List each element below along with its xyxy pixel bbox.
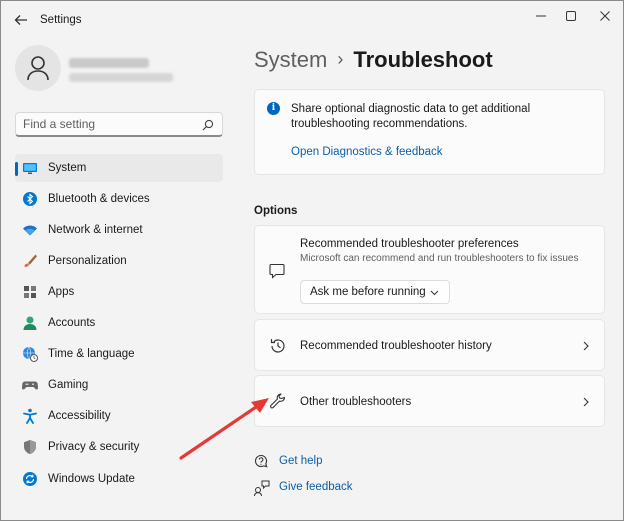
person-icon <box>27 56 49 81</box>
sidebar-item-privacy[interactable]: Privacy & security <box>15 433 223 461</box>
chat-bubble-icon <box>269 263 285 279</box>
arrow-left-icon <box>14 15 27 25</box>
globe-clock-icon <box>23 346 38 362</box>
app-title: Settings <box>40 14 82 26</box>
troubleshooter-preferences-card: Recommended troubleshooter preferences M… <box>254 225 605 314</box>
other-troubleshooters-row[interactable]: Other troubleshooters <box>254 375 605 427</box>
breadcrumb-parent[interactable]: System <box>254 47 327 72</box>
sidebar-item-apps[interactable]: Apps <box>15 278 223 306</box>
close-button[interactable] <box>591 7 619 27</box>
settings-window: Settings System <box>0 0 624 521</box>
wifi-icon <box>23 225 37 236</box>
sidebar-item-label: Apps <box>48 286 75 298</box>
give-feedback-label: Give feedback <box>279 481 353 493</box>
gamepad-icon <box>22 381 38 390</box>
shield-icon <box>24 440 36 454</box>
sidebar-item-label: Personalization <box>48 255 127 267</box>
breadcrumb: System › Troubleshoot <box>254 47 493 73</box>
sidebar-item-label: Accounts <box>48 317 96 329</box>
sidebar-item-label: Network & internet <box>48 224 143 236</box>
info-text: Share optional diagnostic data to get ad… <box>291 103 531 130</box>
history-label: Recommended troubleshooter history <box>300 340 492 352</box>
user-email-blurred <box>69 73 173 82</box>
sidebar-item-bluetooth[interactable]: Bluetooth & devices <box>15 185 223 213</box>
help-icon <box>254 454 268 468</box>
sidebar-item-label: Gaming <box>48 379 89 391</box>
chevron-right-icon <box>583 341 589 351</box>
chevron-down-icon <box>430 290 439 296</box>
history-icon <box>270 339 285 353</box>
sidebar-item-network[interactable]: Network & internet <box>15 216 223 244</box>
page-title: Troubleshoot <box>353 47 493 72</box>
open-diagnostics-link[interactable]: Open Diagnostics & feedback <box>291 146 443 158</box>
monitor-icon <box>23 163 37 174</box>
dropdown-selected-value: Ask me before running <box>310 286 426 298</box>
search-icon[interactable] <box>202 119 214 131</box>
sidebar-item-windows-update[interactable]: Windows Update <box>15 465 223 493</box>
other-troubleshooters-label: Other troubleshooters <box>300 396 412 408</box>
back-button[interactable] <box>11 11 31 29</box>
maximize-icon <box>566 11 576 21</box>
bluetooth-icon <box>23 192 37 206</box>
troubleshooter-history-row[interactable]: Recommended troubleshooter history <box>254 319 605 371</box>
sidebar-item-label: System <box>48 162 87 174</box>
sidebar-item-label: Bluetooth & devices <box>48 193 150 205</box>
sidebar-item-time-language[interactable]: Time & language <box>15 340 223 368</box>
user-name-blurred <box>69 58 149 68</box>
brush-icon <box>24 254 37 267</box>
avatar[interactable] <box>15 45 61 91</box>
sidebar-item-label: Accessibility <box>48 410 111 422</box>
sidebar-item-label: Time & language <box>48 348 135 360</box>
sidebar-item-accounts[interactable]: Accounts <box>15 309 223 337</box>
troubleshooter-mode-dropdown[interactable]: Ask me before running <box>300 280 450 304</box>
apps-icon <box>24 286 36 298</box>
maximize-button[interactable] <box>557 7 585 27</box>
chevron-right-icon <box>583 397 589 407</box>
accessibility-icon <box>23 408 37 424</box>
sidebar-item-accessibility[interactable]: Accessibility <box>15 402 223 430</box>
get-help-label: Get help <box>279 455 323 467</box>
close-icon <box>600 11 610 21</box>
sidebar-item-label: Windows Update <box>48 473 135 485</box>
feedback-icon <box>254 480 270 496</box>
search-input[interactable] <box>23 117 193 131</box>
minimize-icon <box>536 15 546 17</box>
update-icon <box>23 472 37 486</box>
person-icon <box>23 316 37 330</box>
options-heading: Options <box>254 205 298 217</box>
active-indicator <box>15 162 18 176</box>
info-icon: i <box>267 102 280 115</box>
breadcrumb-separator: › <box>337 49 344 69</box>
wrench-icon <box>270 393 286 409</box>
search-box[interactable] <box>15 112 223 137</box>
sidebar-item-gaming[interactable]: Gaming <box>15 371 223 399</box>
diagnostics-info-card: i Share optional diagnostic data to get … <box>254 89 605 175</box>
preferences-title: Recommended troubleshooter preferences <box>300 238 519 250</box>
sidebar-item-personalization[interactable]: Personalization <box>15 247 223 275</box>
title-bar: Settings <box>1 1 623 39</box>
preferences-description: Microsoft can recommend and run troubles… <box>300 253 579 264</box>
sidebar-item-system[interactable]: System <box>15 154 223 182</box>
minimize-button[interactable] <box>527 7 555 27</box>
sidebar-item-label: Privacy & security <box>48 441 140 453</box>
